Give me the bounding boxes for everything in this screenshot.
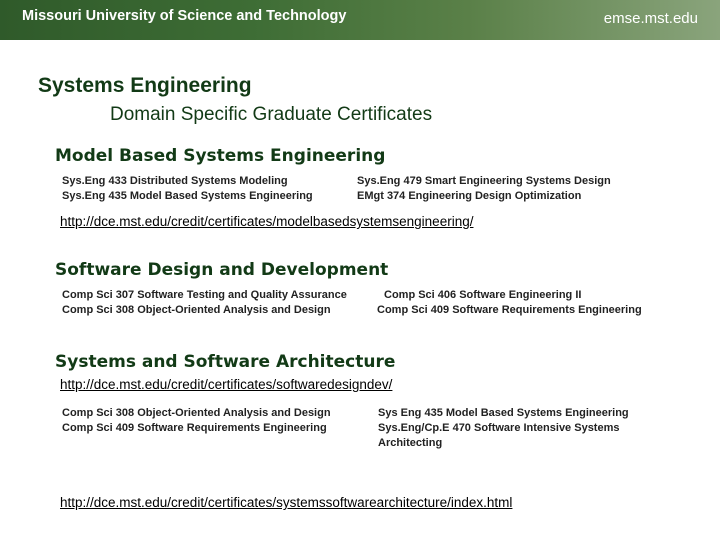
section-heading-mbse: Model Based Systems Engineering — [55, 146, 386, 166]
section-heading-architecture: Systems and Software Architecture — [55, 352, 396, 372]
course-item: Comp Sci 409 Software Requirements Engin… — [377, 304, 642, 316]
page-subtitle: Domain Specific Graduate Certificates — [110, 104, 433, 125]
course-item: Sys.Eng 479 Smart Engineering Systems De… — [357, 175, 611, 187]
certificate-link-software-design[interactable]: http://dce.mst.edu/credit/certificates/s… — [60, 377, 392, 392]
course-item: Sys Eng 435 Model Based Systems Engineer… — [378, 407, 629, 419]
course-item: Sys.Eng/Cp.E 470 Software Intensive Syst… — [378, 422, 620, 434]
site-url[interactable]: emse.mst.edu — [604, 10, 698, 27]
course-item: Sys.Eng 433 Distributed Systems Modeling — [62, 175, 288, 187]
course-item: Comp Sci 409 Software Requirements Engin… — [62, 422, 327, 434]
page-title: Systems Engineering — [38, 74, 252, 97]
course-item: Comp Sci 406 Software Engineering II — [384, 289, 582, 301]
course-item: Comp Sci 308 Object-Oriented Analysis an… — [62, 304, 331, 316]
header-banner: Missouri University of Science and Techn… — [0, 0, 720, 40]
certificate-link-mbse[interactable]: http://dce.mst.edu/credit/certificates/m… — [60, 214, 473, 229]
university-name: Missouri University of Science and Techn… — [22, 8, 347, 24]
course-item: Comp Sci 308 Object-Oriented Analysis an… — [62, 407, 331, 419]
course-item: Sys.Eng 435 Model Based Systems Engineer… — [62, 190, 313, 202]
course-item: EMgt 374 Engineering Design Optimization — [357, 190, 582, 202]
course-item: Comp Sci 307 Software Testing and Qualit… — [62, 289, 347, 301]
course-item: Architecting — [378, 437, 443, 449]
section-heading-software-design: Software Design and Development — [55, 260, 389, 280]
certificate-link-architecture[interactable]: http://dce.mst.edu/credit/certificates/s… — [60, 495, 512, 510]
